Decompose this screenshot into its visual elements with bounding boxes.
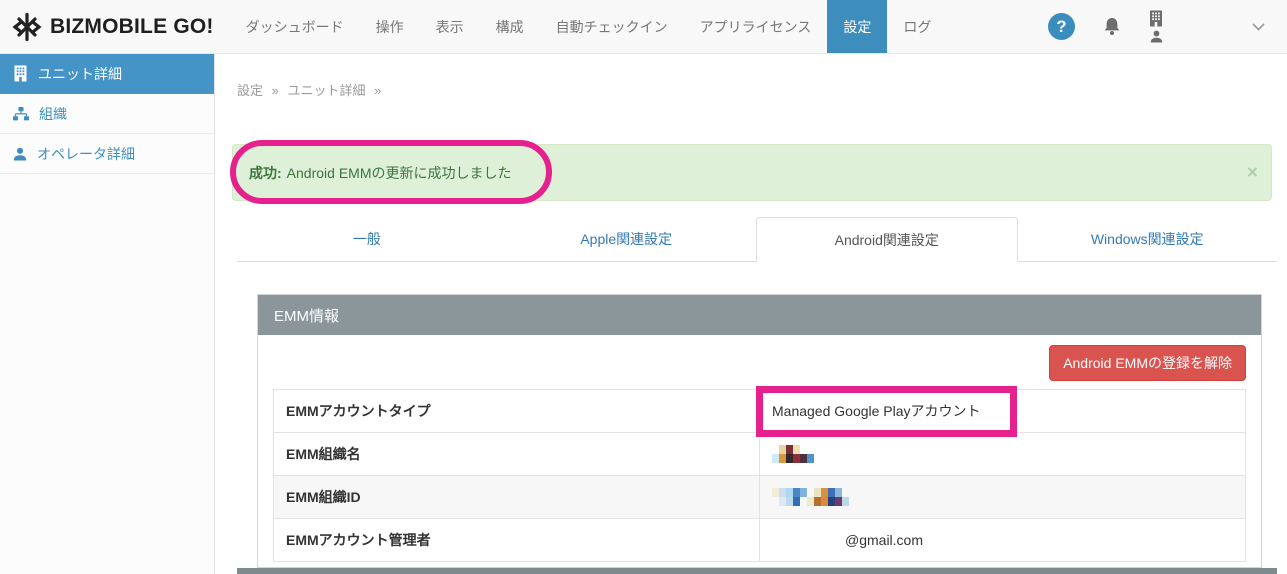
bell-icon[interactable]: [1102, 16, 1122, 37]
unregister-android-emm-button[interactable]: Android EMMの登録を解除: [1049, 345, 1246, 381]
brand[interactable]: BIZMOBILE GO!: [0, 0, 230, 53]
table-row: EMM組織名: [274, 433, 1246, 476]
building-icon: [13, 65, 28, 82]
emm-account-type-value: Managed Google Playアカウント: [772, 403, 981, 419]
breadcrumb-link-settings[interactable]: 設定: [237, 83, 263, 98]
emm-info-panel: EMM情報 Android EMMの登録を解除 EMMアカウントタイプ Mana…: [257, 294, 1262, 568]
sidebar-item-label: 組織: [39, 104, 67, 124]
tab-windows-settings[interactable]: Windows関連設定: [1018, 217, 1278, 262]
table-row: EMM組織ID: [274, 476, 1246, 519]
breadcrumb-link-unit-detail[interactable]: ユニット詳細: [288, 83, 366, 98]
redacted-value: [772, 488, 1233, 506]
sidebar: ユニット詳細 組織: [0, 54, 215, 574]
main-nav: ダッシュボード 操作 表示 構成 自動チェックイン アプリライセンス 設定 ログ: [230, 0, 948, 53]
redacted-value: [772, 445, 1233, 463]
row-label: EMMアカウント管理者: [274, 519, 760, 562]
emm-admin-value: @gmail.com: [772, 532, 923, 548]
breadcrumb-separator: »: [272, 83, 279, 98]
alert-message: Android EMMの更新に成功しました: [287, 163, 512, 183]
tab-android-settings[interactable]: Android関連設定: [756, 217, 1018, 262]
user-icon: [13, 147, 27, 161]
next-section-edge: [237, 568, 1277, 574]
sidebar-item-label: ユニット詳細: [38, 64, 122, 84]
help-icon[interactable]: ?: [1048, 13, 1075, 40]
nav-item-settings[interactable]: 設定: [827, 0, 887, 53]
unit-user-menu[interactable]: [1149, 10, 1163, 43]
row-label: EMM組織名: [274, 433, 760, 476]
tab-general[interactable]: 一般: [237, 217, 497, 262]
success-alert: 成功: Android EMMの更新に成功しました ×: [232, 144, 1272, 201]
sidebar-item-organization[interactable]: 組織: [0, 94, 214, 134]
row-label: EMMアカウントタイプ: [274, 390, 760, 433]
nav-item-view[interactable]: 表示: [420, 0, 480, 53]
row-value: @gmail.com: [760, 519, 1246, 562]
sitemap-icon: [13, 107, 29, 121]
table-row: EMMアカウントタイプ Managed Google Playアカウント: [274, 390, 1246, 433]
top-navbar: BIZMOBILE GO! ダッシュボード 操作 表示 構成 自動チェックイン …: [0, 0, 1287, 54]
row-label: EMM組織ID: [274, 476, 760, 519]
row-value: [760, 476, 1246, 519]
sidebar-item-operator-detail[interactable]: オペレータ詳細: [0, 134, 214, 174]
main-content: 設定 » ユニット詳細 » 成功: Android EMMの更新に成功しました …: [215, 54, 1287, 574]
user-icon: [1150, 30, 1163, 43]
row-value: [760, 433, 1246, 476]
alert-close-icon[interactable]: ×: [1247, 163, 1258, 182]
table-row: EMMアカウント管理者 @gmail.com: [274, 519, 1246, 562]
settings-tabs: 一般 Apple関連設定 Android関連設定 Windows関連設定: [237, 217, 1277, 262]
row-value: Managed Google Playアカウント: [760, 390, 1246, 433]
asterisk-logo-icon: [12, 12, 42, 42]
building-icon: [1149, 10, 1163, 27]
sidebar-item-unit-detail[interactable]: ユニット詳細: [0, 54, 214, 94]
breadcrumb: 設定 » ユニット詳細 »: [237, 80, 386, 99]
nav-item-operations[interactable]: 操作: [360, 0, 420, 53]
tab-apple-settings[interactable]: Apple関連設定: [497, 217, 757, 262]
nav-item-configuration[interactable]: 構成: [480, 0, 540, 53]
chevron-down-icon[interactable]: [1252, 23, 1265, 31]
panel-body: Android EMMの登録を解除 EMMアカウントタイプ Managed Go…: [258, 335, 1261, 562]
sidebar-item-label: オペレータ詳細: [37, 144, 135, 164]
emm-table: EMMアカウントタイプ Managed Google Playアカウント EMM…: [273, 389, 1246, 562]
nav-item-log[interactable]: ログ: [887, 0, 947, 53]
brand-title: BIZMOBILE GO!: [50, 15, 214, 39]
panel-title: EMM情報: [258, 295, 1261, 335]
nav-item-app-license[interactable]: アプリライセンス: [684, 0, 828, 53]
breadcrumb-separator: »: [374, 83, 381, 98]
alert-prefix: 成功:: [249, 163, 282, 183]
navbar-right: ?: [1048, 0, 1287, 53]
nav-item-auto-checkin[interactable]: 自動チェックイン: [540, 0, 684, 53]
nav-item-dashboard[interactable]: ダッシュボード: [230, 0, 360, 53]
